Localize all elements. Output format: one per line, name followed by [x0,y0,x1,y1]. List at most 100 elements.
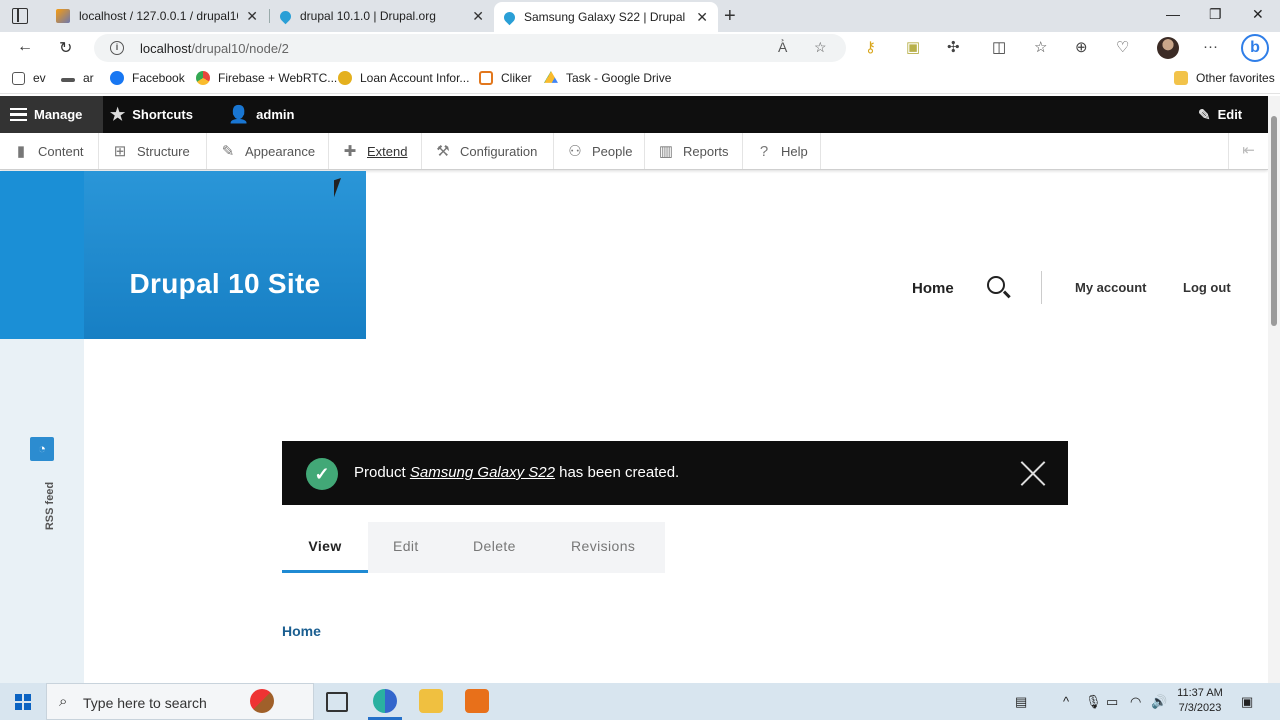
browser-tab-drupal-org[interactable]: drupal 10.1.0 | Drupal.org ✕ [270,2,494,30]
favorite-label: Facebook [132,71,185,85]
taskbar-clock[interactable]: 11:37 AM 7/3/2023 [1172,686,1228,716]
tray-label: People [592,143,633,159]
favorite-cliker[interactable]: Cliker [479,71,532,85]
account-nav-log-out[interactable]: Log out [1183,280,1231,295]
close-message-icon[interactable] [1019,459,1047,487]
favorite-star-icon[interactable]: ☆ [814,39,827,56]
refresh-icon[interactable]: ↻ [59,38,72,58]
favorite-facebook[interactable]: Facebook [110,71,185,85]
tray-label: Extend [367,143,408,159]
favorite-ar[interactable]: ar [61,71,94,85]
battery-icon[interactable]: ▭ [1106,694,1118,710]
site-name-link[interactable]: Drupal 10 Site [84,268,366,300]
bing-copilot-icon[interactable]: b [1241,34,1269,62]
search-highlight-icon[interactable] [250,689,274,713]
close-window-icon[interactable]: ✕ [1252,6,1264,23]
rss-feed-icon[interactable]: ◔ [30,437,54,461]
extensions-puzzle-icon[interactable]: ✣ [947,38,960,56]
collapse-tray-icon[interactable]: ⇤ [1228,133,1268,169]
url-text: localhost/drupal10/node/2 [140,41,289,56]
new-tab-icon[interactable]: + [724,5,736,28]
favorite-ev[interactable]: ev [12,71,46,85]
page-icon [61,78,75,82]
puzzle-icon: ✚ [343,143,357,160]
windows-start-icon[interactable] [15,694,31,710]
profile-avatar[interactable] [1157,37,1179,59]
url-field[interactable]: i localhost/drupal10/node/2 A͐ ☆ [94,34,846,62]
minimize-icon[interactable]: — [1166,6,1180,22]
product-link[interactable]: Samsung Galaxy S22 [410,464,555,481]
volume-icon[interactable]: 🔊 [1151,694,1167,710]
phpmyadmin-icon [56,9,70,23]
tray-item-people[interactable]: ⚇ People [554,133,645,169]
notifications-icon[interactable]: ▣ [1241,694,1253,710]
tab-edit[interactable]: Edit [393,522,419,573]
toolbar-manage[interactable]: Manage [0,96,103,133]
toolbar-shortcuts-label: Shortcuts [132,107,193,122]
close-tab-icon[interactable]: ✕ [472,8,484,25]
extension-key-icon[interactable]: ⚷ [865,38,876,56]
breadcrumb-home[interactable]: Home [282,623,321,639]
tray-item-structure[interactable]: ⊞ Structure [99,133,207,169]
task-view-icon[interactable] [326,692,348,712]
facebook-icon [110,71,124,85]
tray-item-extend[interactable]: ✚ Extend [329,133,422,169]
browser-essentials-icon[interactable]: ♡ [1116,38,1129,56]
folder-icon [1174,71,1188,85]
more-options-icon[interactable]: ··· [1203,38,1218,55]
tray-item-appearance[interactable]: ✎ Appearance [207,133,329,169]
wifi-icon[interactable]: ◠ [1130,694,1141,710]
favorite-label: Loan Account Infor... [360,71,470,85]
tab-view[interactable]: View [282,522,368,573]
favorite-label: Task - Google Drive [566,71,672,85]
toolbar-edit[interactable]: ✎ Edit [1198,96,1242,133]
paintbrush-icon: ✎ [221,143,235,160]
search-icon[interactable] [987,276,1005,294]
favorites-icon[interactable]: ☆ [1034,38,1047,56]
tray-item-configuration[interactable]: ⚒ Configuration [422,133,554,169]
site-info-icon[interactable]: i [110,41,124,55]
tray-item-reports[interactable]: ▥ Reports [645,133,743,169]
read-aloud-icon[interactable]: A͐ [778,39,787,55]
restore-icon[interactable]: ❐ [1209,6,1222,23]
favorite-firebase[interactable]: Firebase + WebRTC... [196,71,337,85]
chrome-icon [196,71,210,85]
hamburger-icon [10,108,27,121]
tab-delete[interactable]: Delete [473,522,516,573]
toolbar-user-label: admin [256,107,295,122]
close-tab-icon[interactable]: ✕ [246,8,258,25]
tab-revisions[interactable]: Revisions [571,522,635,573]
status-message: ✓ Product Samsung Galaxy S22 has been cr… [282,441,1068,505]
file-explorer-icon[interactable] [419,689,443,713]
account-nav-my-account[interactable]: My account [1075,280,1147,295]
microphone-icon[interactable]: 🎙 [1085,694,1102,710]
toolbar-user[interactable]: 👤 admin [228,96,294,133]
split-screen-icon[interactable]: ◫ [992,38,1006,56]
close-tab-icon[interactable]: ✕ [696,9,708,26]
browser-tab-samsung-active[interactable]: Samsung Galaxy S22 | Drupal 10 ✕ [494,2,718,32]
cliker-icon [479,71,493,85]
tab-actions-icon[interactable] [12,8,28,24]
admin-toolbar: Manage ★ Shortcuts 👤 admin ✎ Edit [0,96,1268,133]
tray-item-content[interactable]: ▮ Content [0,133,99,169]
favorite-loan-account[interactable]: Loan Account Infor... [338,71,469,85]
browser-tab-phpmyadmin[interactable]: localhost / 127.0.0.1 / drupal10 | ✕ [46,2,268,30]
favorite-label: ar [83,71,94,85]
extension-note-icon[interactable]: ▣ [906,38,920,56]
other-favorites[interactable]: Other favorites [1174,71,1275,85]
toolbar-shortcuts[interactable]: ★ Shortcuts [110,96,193,133]
scrollbar-thumb[interactable] [1271,116,1277,326]
news-icon[interactable]: ▤ [1015,694,1027,710]
xampp-icon[interactable] [465,689,489,713]
show-hidden-icons[interactable]: ^ [1063,694,1069,709]
back-icon[interactable]: ← [17,38,33,56]
page-scrollbar[interactable] [1268,96,1280,683]
favorite-google-drive[interactable]: Task - Google Drive [544,71,671,85]
tray-item-help[interactable]: ? Help [743,133,821,169]
main-nav-home[interactable]: Home [912,280,954,297]
collections-icon[interactable]: ⊕ [1075,38,1088,56]
people-icon: ⚇ [568,143,582,160]
tray-label: Configuration [460,143,538,159]
rss-feed-label[interactable]: RSS feed [44,482,56,530]
edge-browser-icon[interactable] [373,689,397,713]
